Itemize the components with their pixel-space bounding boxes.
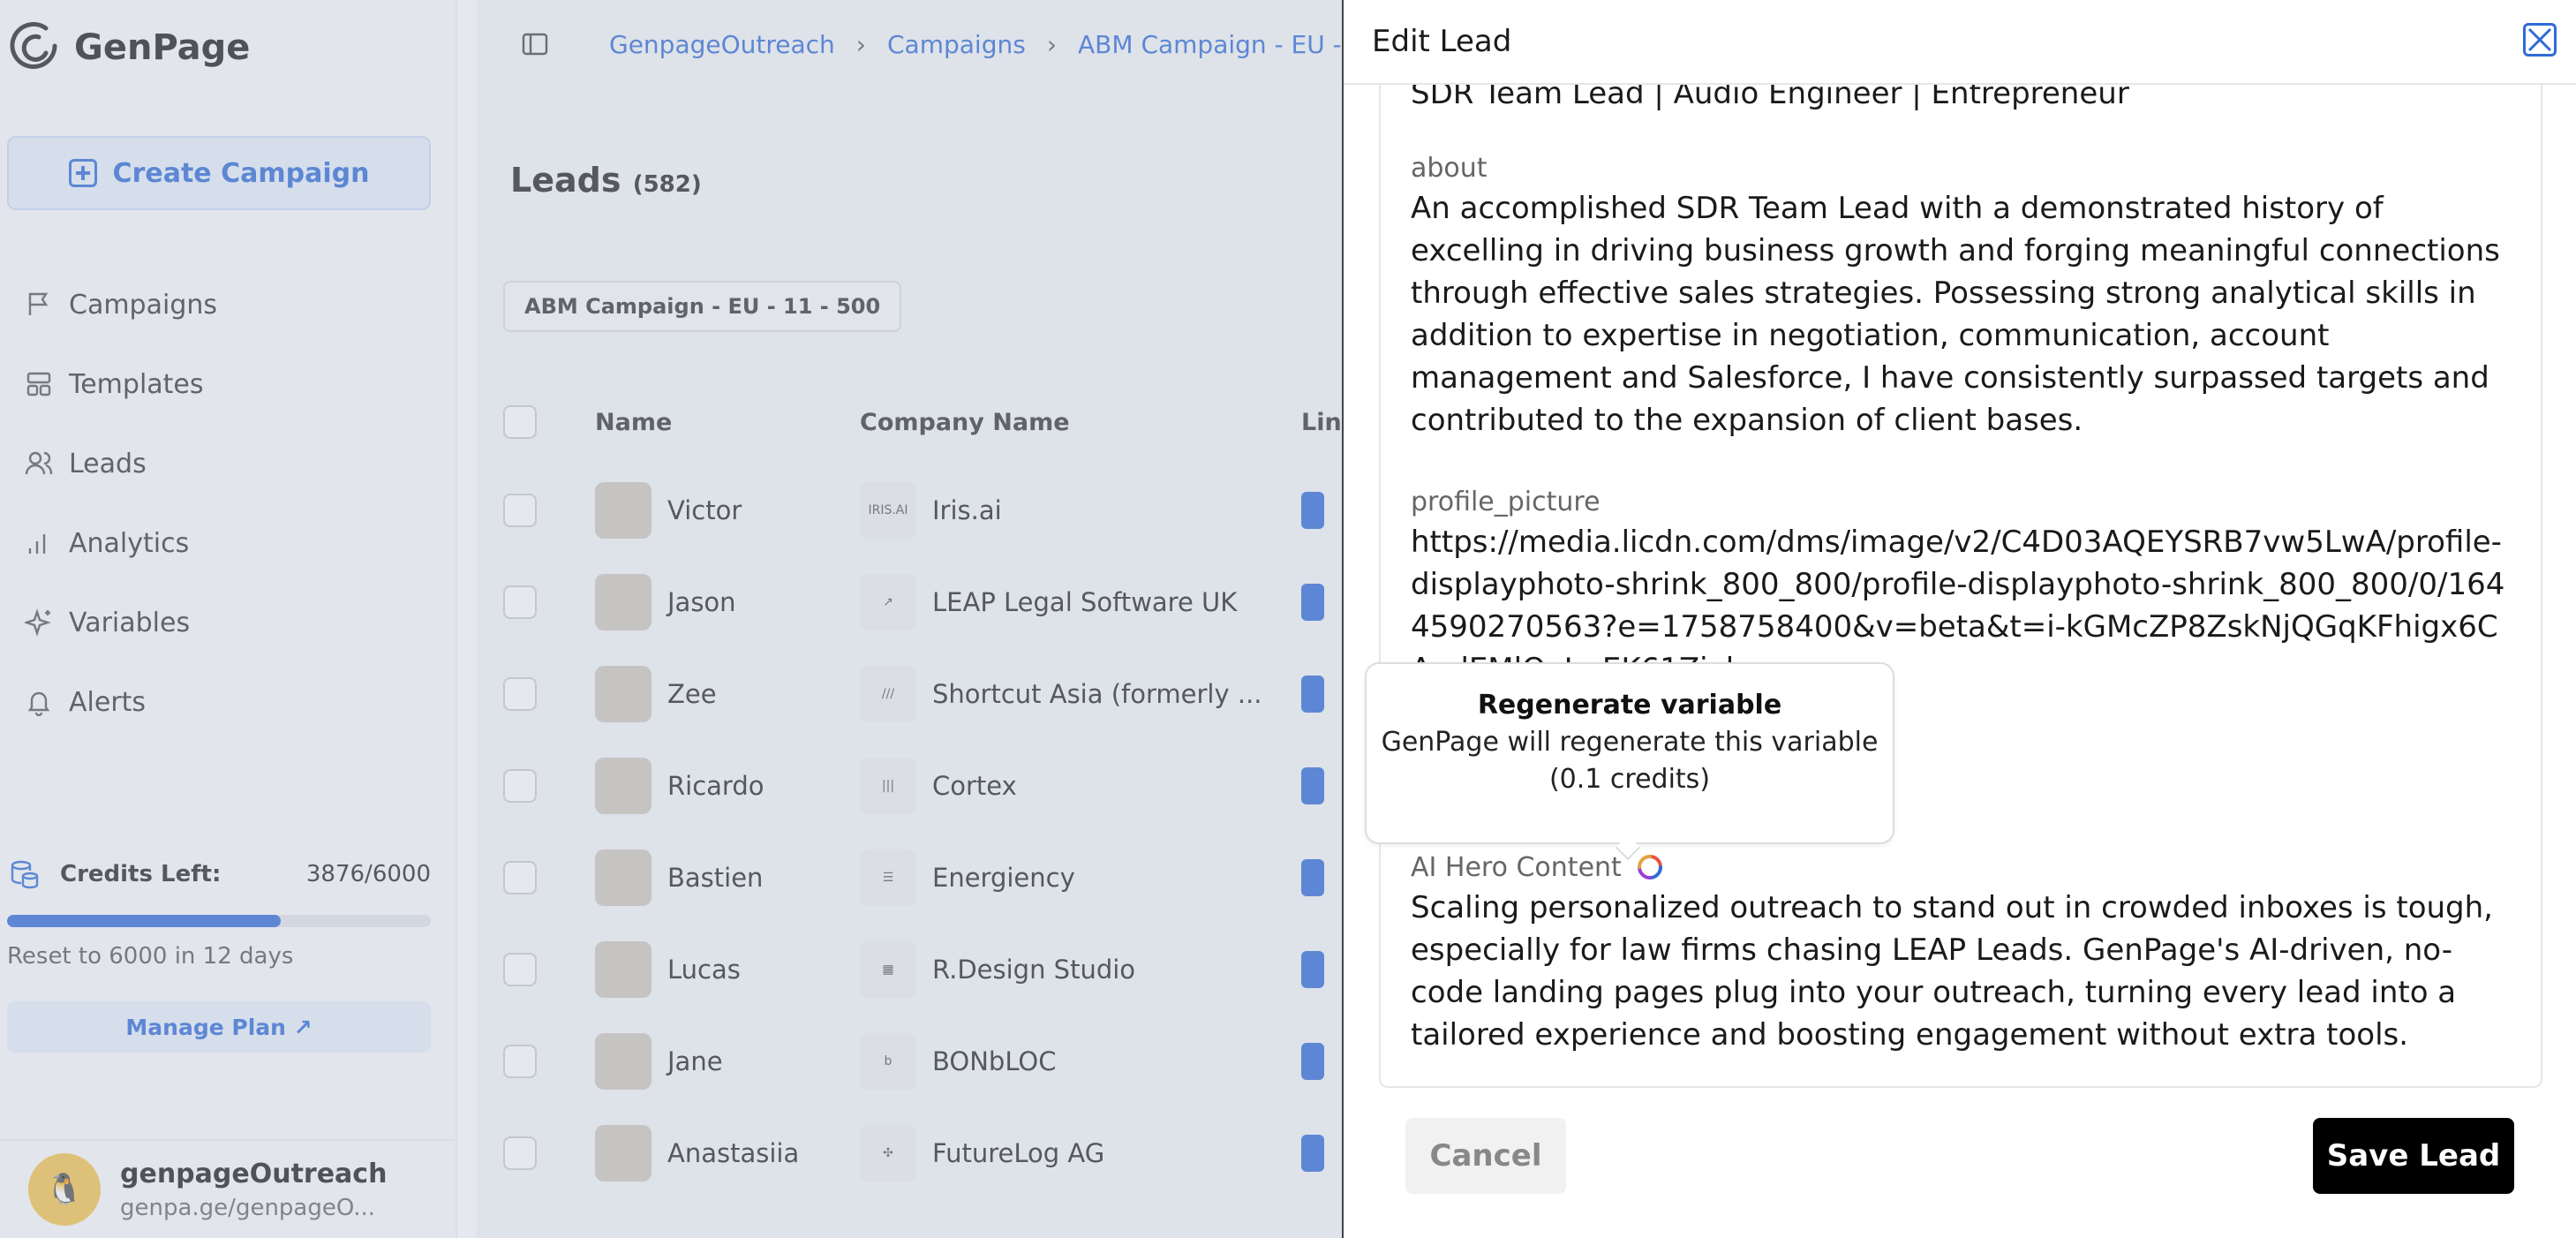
modal-backdrop[interactable] [0,0,1344,1238]
close-button[interactable] [2523,23,2557,57]
tooltip-text: GenPage will regenerate this variable (0… [1381,727,1879,795]
headline-field: SDR Team Lead | Audio Engineer | Entrepr… [1411,85,2514,115]
ai-hero-content-value[interactable]: Scaling personalized outreach to stand o… [1411,887,2514,1056]
lead-fields-scroll[interactable]: SDR Team Lead | Audio Engineer | Entrepr… [1379,85,2542,1088]
tooltip-title: Regenerate variable [1477,690,1782,721]
about-label: about [1411,152,1488,184]
save-lead-button[interactable]: Save Lead [2313,1118,2514,1194]
about-field: about An accomplished SDR Team Lead with… [1411,148,2514,442]
profile-picture-field: profile_picture https://media.licdn.com/… [1411,482,2514,691]
cancel-button[interactable]: Cancel [1405,1118,1566,1194]
ai-hero-content-field: AI Hero Content Scaling personalized out… [1411,848,2514,1056]
modal-header: Edit Lead [1344,0,2576,85]
modal-title: Edit Lead [1372,24,1512,59]
ai-hero-content-label: AI Hero Content [1411,848,2514,887]
ai-hero-content-label-text: AI Hero Content [1411,851,1622,883]
close-icon [2527,27,2552,52]
regenerate-icon[interactable] [1636,853,1664,881]
edit-lead-modal: Edit Lead SDR Team Lead | Audio Engineer… [1342,0,2576,1238]
profile-picture-label: profile_picture [1411,486,1601,517]
regenerate-tooltip: Regenerate variable GenPage will regener… [1365,662,1894,844]
headline-value[interactable]: SDR Team Lead | Audio Engineer | Entrepr… [1411,85,2514,115]
about-value[interactable]: An accomplished SDR Team Lead with a dem… [1411,187,2514,442]
